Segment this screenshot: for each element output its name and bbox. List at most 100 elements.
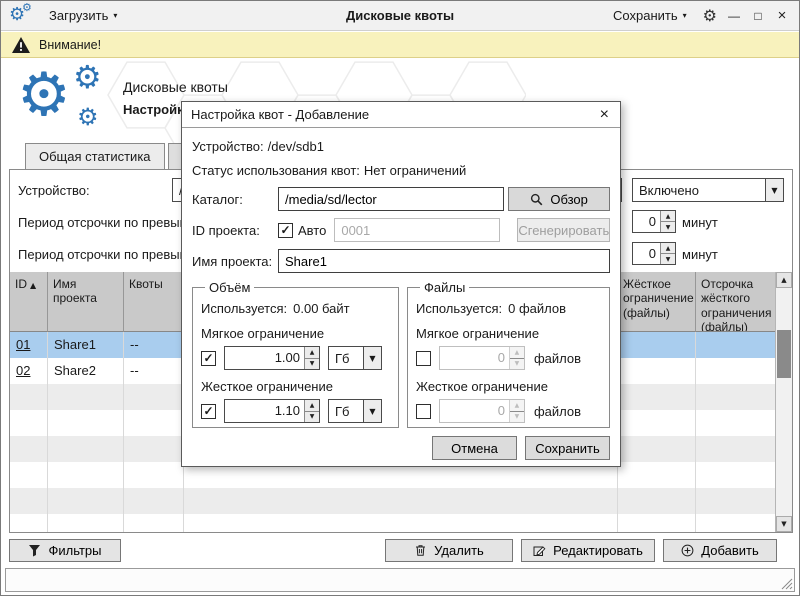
- volume-group: Объём Используется:0.00 байт Мягкое огра…: [192, 280, 399, 428]
- gear-icon: ⚙: [77, 105, 99, 129]
- spinner-up-icon[interactable]: ▲: [305, 347, 319, 358]
- grace-hard-unit: минут: [682, 247, 718, 262]
- cancel-button[interactable]: Отмена: [432, 436, 517, 460]
- volume-hard-limit-checkbox[interactable]: ✓: [201, 404, 216, 419]
- sort-ascending-icon: ▲: [30, 281, 36, 290]
- auto-label: Авто: [298, 223, 326, 238]
- auto-id-checkbox[interactable]: ✓: [278, 223, 293, 238]
- spinner-value: 0: [633, 211, 660, 232]
- load-menu-button[interactable]: Загрузить ▾: [43, 5, 123, 26]
- dialog-close-icon[interactable]: ×: [598, 107, 611, 123]
- volume-used-line: Используется:0.00 байт: [201, 301, 390, 316]
- gear-icon: ⚙: [73, 61, 102, 93]
- filters-button[interactable]: Фильтры: [9, 539, 121, 562]
- cell-id[interactable]: 01: [10, 332, 48, 358]
- files-unit-label: файлов: [534, 404, 581, 419]
- dialog-title: Настройка квот - Добавление: [191, 107, 369, 122]
- spinner-up-icon[interactable]: ▲: [661, 211, 675, 221]
- close-button[interactable]: ×: [775, 7, 789, 24]
- add-button[interactable]: Добавить: [663, 539, 777, 562]
- volume-soft-limit-spinner[interactable]: 1.00 ▲ ▼: [224, 346, 320, 370]
- scrollbar-thumb[interactable]: [777, 330, 791, 378]
- status-bar: [5, 568, 795, 592]
- column-header-project-name[interactable]: Имя проекта: [48, 272, 124, 332]
- project-id-input: [334, 218, 500, 242]
- save-menu-label: Сохранить: [613, 8, 678, 23]
- check-icon: ✓: [280, 224, 290, 236]
- generate-button: Сгенерировать: [517, 218, 610, 242]
- files-hard-limit-checkbox[interactable]: [416, 404, 431, 419]
- column-header-id[interactable]: ID▲: [10, 272, 48, 332]
- volume-soft-limit-label: Мягкое ограничение: [201, 326, 390, 341]
- column-header-quotas[interactable]: Квоты: [124, 272, 184, 332]
- spinner-down-icon: ▼: [510, 411, 524, 423]
- spinner-value: 1.00: [225, 347, 304, 369]
- volume-hard-unit-combobox[interactable]: Гб ▼: [328, 399, 382, 423]
- trash-icon: [414, 544, 427, 557]
- project-name-label: Имя проекта:: [192, 254, 278, 269]
- column-header-hard-limit-grace-files[interactable]: Отсрочка жёсткого ограничения (файлы): [696, 272, 775, 332]
- spinner-value: 1.10: [225, 400, 304, 422]
- empty-row: [10, 514, 775, 532]
- save-button[interactable]: Сохранить: [525, 436, 610, 460]
- spinner-down-icon[interactable]: ▼: [661, 253, 675, 264]
- spinner-down-icon[interactable]: ▼: [305, 411, 319, 423]
- scroll-up-icon[interactable]: ▲: [776, 272, 792, 288]
- cell-project-name: Share1: [48, 332, 124, 358]
- spinner-up-icon[interactable]: ▲: [661, 243, 675, 253]
- files-hard-limit-label: Жесткое ограничение: [416, 379, 601, 394]
- save-menu-button[interactable]: Сохранить ▾: [607, 5, 693, 26]
- files-soft-limit-label: Мягкое ограничение: [416, 326, 601, 341]
- vertical-scrollbar[interactable]: ▲ ▼: [775, 272, 792, 532]
- cell-id[interactable]: 02: [10, 358, 48, 384]
- volume-soft-unit-combobox[interactable]: Гб ▼: [328, 346, 382, 370]
- warning-icon: [11, 36, 31, 54]
- spinner-value: 0: [440, 347, 509, 369]
- scroll-down-icon[interactable]: ▼: [776, 516, 792, 532]
- files-used-line: Используется:0 файлов: [416, 301, 601, 316]
- delete-button[interactable]: Удалить: [385, 539, 513, 562]
- chevron-down-icon[interactable]: ▼: [363, 347, 381, 369]
- chevron-down-icon[interactable]: ▼: [363, 400, 381, 422]
- quota-status-value: Включено: [633, 179, 765, 201]
- chevron-down-icon[interactable]: ▼: [765, 179, 783, 201]
- spinner-up-icon[interactable]: ▲: [305, 400, 319, 411]
- dialog-device-line: Устройство:/dev/sdb1: [192, 139, 610, 154]
- filter-funnel-icon: [28, 544, 41, 557]
- app-window: ⚙ ⚙ Загрузить ▾ Дисковые квоты Сохранить…: [0, 0, 800, 596]
- project-id-label: ID проекта:: [192, 223, 278, 238]
- tab-general-statistics[interactable]: Общая статистика: [25, 143, 165, 170]
- grace-soft-unit: минут: [682, 215, 718, 230]
- grace-soft-spinner[interactable]: 0 ▲ ▼: [632, 210, 676, 233]
- cell-project-name: Share2: [48, 358, 124, 384]
- device-value: /dev/sdb1: [268, 139, 324, 154]
- grace-hard-spinner[interactable]: 0 ▲ ▼: [632, 242, 676, 265]
- volume-soft-limit-checkbox[interactable]: ✓: [201, 351, 216, 366]
- project-name-input[interactable]: [278, 249, 610, 273]
- browse-button[interactable]: Обзор: [508, 187, 610, 211]
- files-used-value: 0 файлов: [508, 301, 566, 316]
- spinner-down-icon[interactable]: ▼: [305, 358, 319, 370]
- files-soft-limit-spinner: 0 ▲ ▼: [439, 346, 525, 370]
- maximize-button[interactable]: □: [751, 9, 765, 23]
- check-icon: ✓: [203, 405, 213, 417]
- check-icon: ✓: [203, 352, 213, 364]
- settings-gear-icon[interactable]: ⚙: [703, 6, 717, 25]
- minimize-button[interactable]: —: [727, 9, 741, 23]
- dialog-status-line: Статус использования квот:Нет ограничени…: [192, 163, 610, 178]
- column-header-hard-limit-files[interactable]: Жёсткое ограничение (файлы): [618, 272, 696, 332]
- files-unit-label: файлов: [534, 351, 581, 366]
- files-group: Файлы Используется:0 файлов Мягкое огран…: [407, 280, 610, 428]
- resize-grip-icon[interactable]: [779, 576, 793, 590]
- catalog-input[interactable]: [278, 187, 504, 211]
- spinner-down-icon[interactable]: ▼: [661, 221, 675, 232]
- cell-quota: --: [124, 358, 184, 384]
- search-icon: [530, 193, 543, 206]
- quota-status-combobox[interactable]: Включено ▼: [632, 178, 784, 202]
- device-label: Устройство:: [18, 183, 90, 198]
- files-soft-limit-checkbox[interactable]: [416, 351, 431, 366]
- edit-button[interactable]: Редактировать: [521, 539, 655, 562]
- warning-text: Внимание!: [39, 38, 101, 52]
- volume-hard-limit-spinner[interactable]: 1.10 ▲ ▼: [224, 399, 320, 423]
- volume-group-title: Объём: [205, 280, 254, 295]
